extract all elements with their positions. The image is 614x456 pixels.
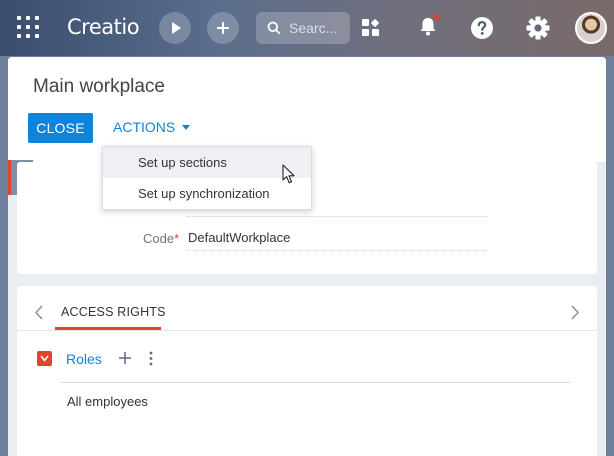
help-icon[interactable] xyxy=(470,16,494,40)
gear-icon[interactable] xyxy=(525,15,551,41)
page-title: Main workplace xyxy=(33,76,165,97)
code-field[interactable]: DefaultWorkplace xyxy=(188,230,290,245)
run-process-button[interactable] xyxy=(159,12,191,44)
tab-scroll-left-icon[interactable] xyxy=(34,305,44,320)
notification-dot xyxy=(433,13,440,21)
plus-icon xyxy=(217,22,229,34)
search-field[interactable]: Searc... xyxy=(256,12,350,44)
chevron-down-icon xyxy=(182,124,191,130)
close-button[interactable]: CLOSE xyxy=(28,113,93,143)
more-options-icon[interactable] xyxy=(148,351,154,366)
code-field-underline xyxy=(187,250,487,251)
play-icon xyxy=(172,22,181,34)
search-icon xyxy=(267,21,281,35)
bell-icon[interactable] xyxy=(414,12,442,40)
actions-button[interactable]: ACTIONS xyxy=(113,119,191,135)
actions-dropdown-menu: Set up sections Set up synchronization xyxy=(102,146,312,210)
name-field-underline xyxy=(187,216,487,217)
tabs-divider xyxy=(17,330,597,331)
list-item[interactable]: All employees xyxy=(67,394,148,409)
menu-item-set-up-sections[interactable]: Set up sections xyxy=(103,147,311,178)
code-label: Code* xyxy=(143,231,179,246)
required-mark: * xyxy=(174,231,180,246)
roles-divider xyxy=(60,382,570,383)
menu-item-set-up-synchronization[interactable]: Set up synchronization xyxy=(103,178,311,209)
chevron-down-icon xyxy=(40,355,49,362)
code-label-text: Code xyxy=(143,231,175,246)
tab-access-rights[interactable]: ACCESS RIGHTS xyxy=(61,305,166,319)
roles-collapse-toggle[interactable] xyxy=(37,351,52,366)
tab-scroll-right-icon[interactable] xyxy=(570,305,580,320)
top-bar: Creatio Searc... xyxy=(0,0,614,56)
creatio-logo: Creatio xyxy=(67,15,140,39)
mouse-cursor-icon xyxy=(282,164,295,184)
apps-grid-icon[interactable] xyxy=(17,16,39,38)
avatar[interactable] xyxy=(575,12,607,44)
actions-label: ACTIONS xyxy=(113,119,176,135)
dashboard-icon[interactable] xyxy=(361,18,381,38)
add-record-button[interactable] xyxy=(207,12,239,44)
search-placeholder: Searc... xyxy=(289,20,338,36)
roles-group-title[interactable]: Roles xyxy=(66,351,102,367)
add-role-icon[interactable] xyxy=(118,351,132,365)
